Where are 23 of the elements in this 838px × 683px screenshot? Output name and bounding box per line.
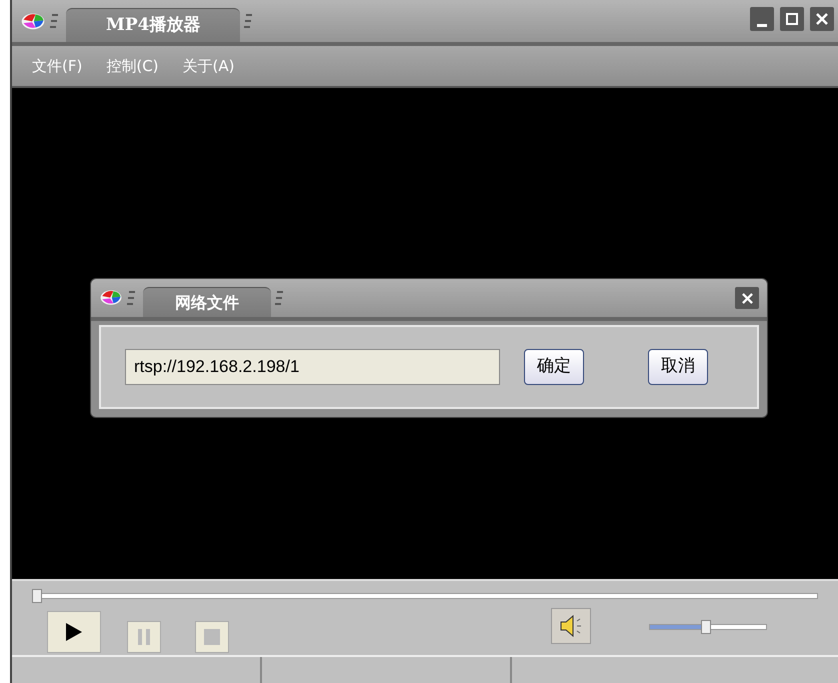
maximize-button[interactable] (780, 7, 804, 31)
url-field[interactable]: rtsp://192.168.2.198/1 (125, 349, 500, 385)
pause-icon (137, 629, 151, 645)
volume-button[interactable] (551, 608, 591, 644)
stop-icon (204, 629, 220, 645)
palette-logo-icon (99, 288, 123, 308)
close-icon (816, 13, 828, 25)
dialog-button[interactable]: 取消 (648, 349, 708, 385)
speaker-icon (559, 615, 583, 637)
palette-logo-icon (20, 10, 46, 32)
window-title: 网络文件 (175, 292, 239, 314)
slider-thumb[interactable] (700, 620, 711, 634)
dialog-button[interactable]: 确定 (524, 349, 584, 385)
volume-slider[interactable] (649, 620, 767, 634)
progress-slider[interactable] (32, 589, 818, 603)
play-icon (66, 623, 82, 641)
window-title: MP4播放器 (106, 14, 200, 37)
slider-thumb[interactable] (32, 589, 42, 603)
close-button[interactable] (735, 287, 759, 309)
play-button[interactable] (47, 611, 101, 653)
close-icon (742, 292, 752, 304)
minimize-button[interactable] (750, 7, 774, 31)
close-button[interactable] (810, 7, 834, 31)
